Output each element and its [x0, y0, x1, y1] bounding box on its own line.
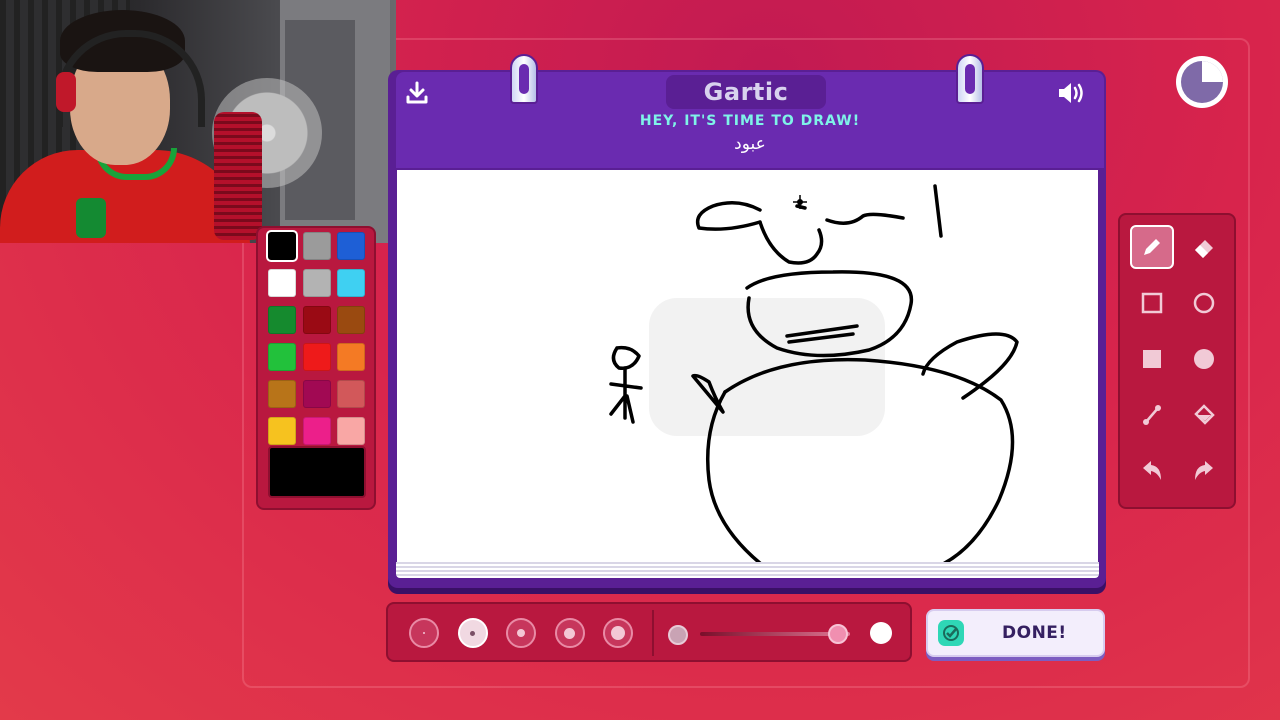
canvas-watermark	[649, 298, 885, 436]
brush-size-option[interactable]	[554, 618, 585, 648]
brush-size-option[interactable]	[506, 618, 536, 648]
done-button[interactable]: DONE!	[926, 609, 1105, 657]
color-palette	[256, 226, 376, 510]
timer-icon	[1174, 54, 1230, 110]
redo-tool[interactable]	[1182, 449, 1226, 493]
ellipse-outline-tool[interactable]	[1182, 281, 1226, 325]
speaker-icon[interactable]	[1054, 76, 1088, 110]
undo-tool[interactable]	[1130, 449, 1174, 493]
fill-bucket-tool[interactable]	[1182, 393, 1226, 437]
current-color-preview	[268, 446, 366, 498]
check-icon	[938, 620, 964, 646]
brush-size-option[interactable]	[457, 618, 488, 648]
tools-panel	[1118, 213, 1236, 509]
logo-text: Gartic	[703, 78, 789, 106]
binder-ring	[510, 54, 538, 104]
color-swatch[interactable]	[337, 269, 365, 297]
rectangle-fill-tool[interactable]	[1130, 337, 1174, 381]
color-swatch[interactable]	[302, 306, 331, 334]
color-swatch[interactable]	[302, 380, 331, 408]
brush-size-option[interactable]	[409, 618, 439, 648]
color-swatch[interactable]	[302, 343, 331, 371]
notebook-pages	[396, 562, 1099, 578]
color-swatch[interactable]	[268, 306, 296, 334]
color-swatch[interactable]	[266, 230, 298, 262]
done-button-label: DONE!	[1002, 623, 1067, 643]
binder-ring	[956, 54, 984, 104]
gartic-logo: Gartic	[666, 75, 826, 109]
color-swatch[interactable]	[268, 417, 296, 445]
draw-word: عبود	[734, 134, 766, 154]
color-swatch[interactable]	[302, 269, 331, 297]
color-swatch[interactable]	[268, 380, 296, 408]
brush-controls	[386, 602, 912, 662]
line-tool[interactable]	[1130, 393, 1174, 437]
color-swatch[interactable]	[337, 343, 365, 371]
opacity-max-indicator	[870, 622, 892, 644]
color-swatch[interactable]	[268, 343, 296, 371]
download-icon[interactable]	[400, 76, 434, 110]
controls-divider	[652, 610, 654, 656]
brush-size-option[interactable]	[603, 618, 633, 648]
color-swatch[interactable]	[337, 232, 365, 260]
ellipse-fill-tool[interactable]	[1182, 337, 1226, 381]
color-swatch[interactable]	[337, 306, 365, 334]
opacity-slider-handle[interactable]	[828, 624, 848, 644]
color-swatch[interactable]	[302, 232, 331, 260]
opacity-min-indicator	[668, 625, 688, 645]
color-swatch[interactable]	[268, 269, 296, 297]
color-swatch[interactable]	[337, 417, 365, 445]
drawing-canvas[interactable]	[397, 170, 1098, 564]
pencil-tool[interactable]	[1130, 225, 1174, 269]
rectangle-outline-tool[interactable]	[1130, 281, 1174, 325]
color-swatch[interactable]	[302, 417, 331, 445]
draw-prompt-title: HEY, IT'S TIME TO DRAW!	[639, 113, 861, 129]
eraser-tool[interactable]	[1182, 225, 1226, 269]
color-swatch[interactable]	[337, 380, 365, 408]
webcam-overlay	[0, 0, 396, 243]
